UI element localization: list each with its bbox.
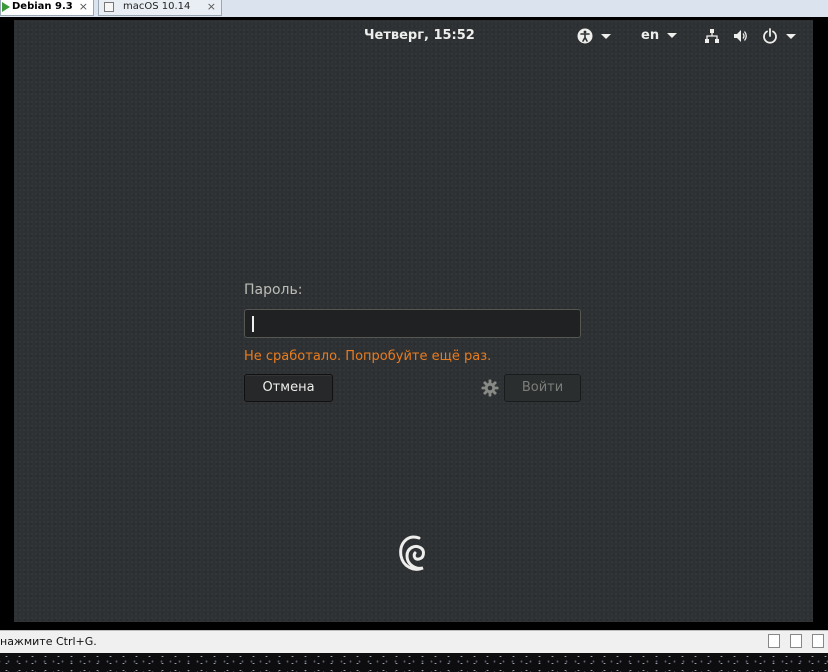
cancel-button[interactable]: Отмена <box>244 374 333 402</box>
language-menu[interactable]: en <box>641 28 678 43</box>
status-hint: нажмите Ctrl+G. <box>0 635 97 648</box>
language-label: en <box>641 28 660 43</box>
device-icon[interactable] <box>790 634 802 648</box>
top-bar: Четверг, 15:52 en <box>14 20 813 52</box>
tab-label: Debian 9.3 <box>12 1 73 12</box>
chevron-down-icon <box>601 33 611 39</box>
power-menu[interactable] <box>762 26 796 46</box>
login-button[interactable]: Войти <box>504 374 581 402</box>
status-icon-tray <box>768 634 824 648</box>
error-message: Не сработало. Попробуйте ещё раз. <box>244 349 492 364</box>
chevron-down-icon <box>786 33 796 39</box>
device-icon[interactable] <box>812 634 824 648</box>
login-form: Пароль: Не сработало. Попробуйте ещё раз… <box>244 282 581 402</box>
gdm-login-screen: Четверг, 15:52 en Пароль: Не сработало. … <box>14 20 813 622</box>
accessibility-menu[interactable] <box>577 26 611 46</box>
vm-running-icon <box>2 2 10 12</box>
close-icon[interactable]: × <box>79 0 88 14</box>
password-label: Пароль: <box>244 282 303 298</box>
desktop-wallpaper <box>0 653 828 672</box>
gear-icon[interactable] <box>481 379 499 397</box>
tab-label: macOS 10.14 <box>123 1 191 12</box>
debian-swirl-logo <box>399 535 425 571</box>
text-cursor <box>252 316 254 332</box>
volume-indicator[interactable] <box>733 26 749 46</box>
power-icon <box>763 28 777 44</box>
tab-macos[interactable]: macOS 10.14 × <box>98 0 222 16</box>
vm-icon <box>104 2 114 12</box>
close-icon[interactable]: × <box>207 0 216 14</box>
host-status-bar: нажмите Ctrl+G. <box>0 630 828 653</box>
chevron-down-icon <box>667 33 678 38</box>
clock[interactable]: Четверг, 15:52 <box>364 28 475 43</box>
vm-tab-strip: Debian 9.3 × macOS 10.14 × <box>0 0 828 18</box>
device-icon[interactable] <box>768 634 780 648</box>
accessibility-icon <box>577 28 593 44</box>
network-indicator[interactable] <box>704 26 720 46</box>
volume-icon <box>734 30 747 42</box>
network-icon <box>705 29 719 43</box>
password-field[interactable] <box>244 309 581 338</box>
vm-display: Четверг, 15:52 en Пароль: Не сработало. … <box>0 17 828 630</box>
tab-debian[interactable]: Debian 9.3 × <box>0 0 94 16</box>
